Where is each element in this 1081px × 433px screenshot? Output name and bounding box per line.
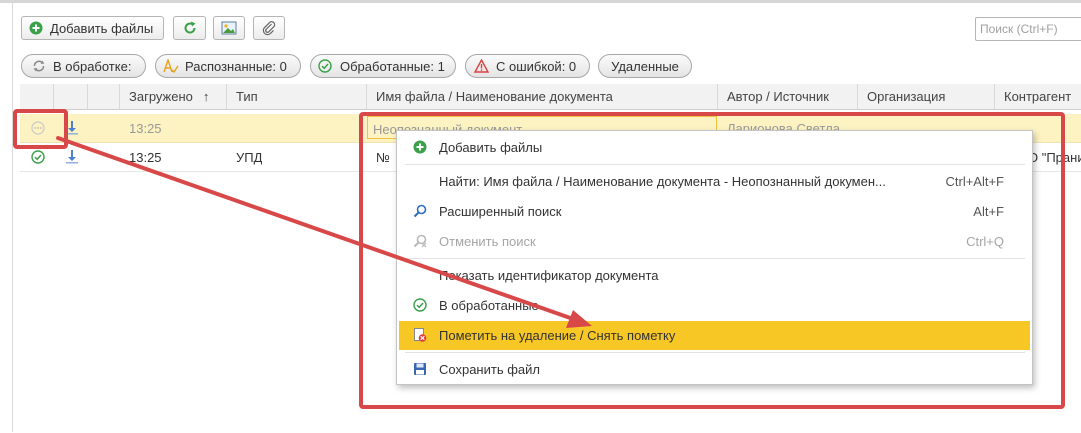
annotation-arrow [56, 136, 592, 328]
